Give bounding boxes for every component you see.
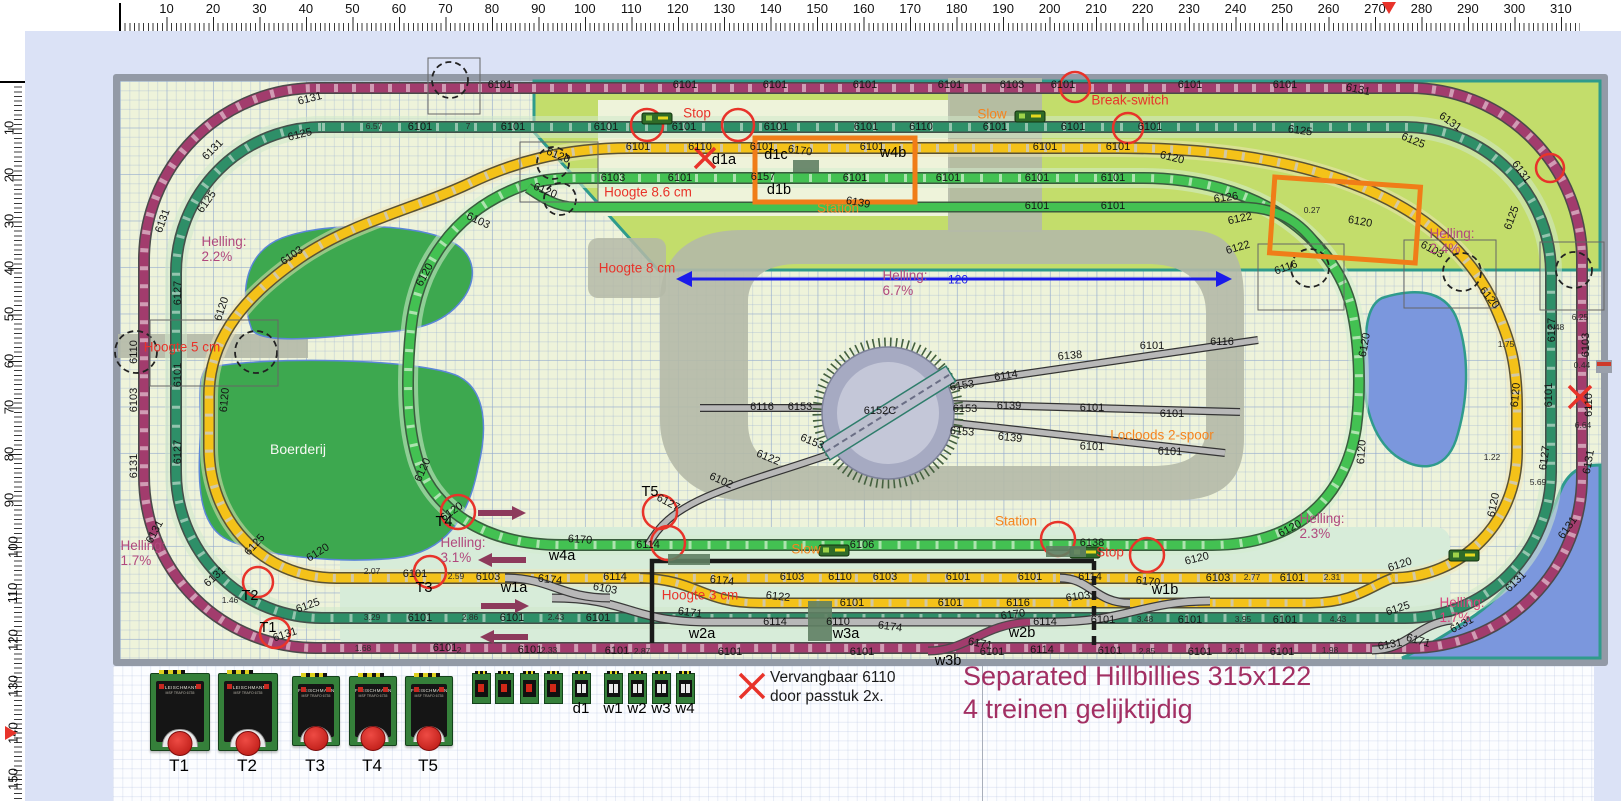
switch-buttons[interactable] [523,680,536,697]
vruler-number: 100 [5,536,20,558]
signal-box[interactable] [472,673,491,704]
hruler-number: 40 [299,1,313,16]
transformer-knob[interactable] [236,731,261,756]
vruler-marker[interactable] [5,726,17,740]
vruler-number: 30 [2,214,17,228]
hruler-number: 300 [1504,1,1526,16]
hruler-number: 280 [1411,1,1433,16]
hruler-number: 240 [1225,1,1247,16]
vertical-ruler[interactable]: 102030405060708090100110120130140150 [0,31,25,801]
switch-label: w3 [651,700,670,717]
transformer-T3[interactable]: FLEISCHMANNMSF TRAFO 6735 [292,676,340,746]
hruler-number: 200 [1039,1,1061,16]
hruler-number: 250 [1271,1,1293,16]
controls-layer: FLEISCHMANNMSF TRAFO 6735T1FLEISCHMANNMS… [0,0,1621,801]
transformer-label: T1 [169,756,189,776]
transformer-label: T5 [418,756,438,776]
transformer-knob[interactable] [304,726,329,751]
switch-label: w1 [603,700,622,717]
hruler-number: 60 [392,1,406,16]
transformer-knob[interactable] [361,726,386,751]
signal-box[interactable] [544,673,563,704]
vruler-number: 120 [5,629,20,651]
hruler-number: 30 [252,1,266,16]
hruler-number: 180 [946,1,968,16]
vruler-number: 40 [2,261,17,275]
hruler-number: 150 [806,1,828,16]
vruler-number: 130 [5,675,20,697]
switch-buttons[interactable] [607,680,620,697]
transformer-label: T3 [305,756,325,776]
signal-box[interactable] [495,673,514,704]
transformer-T2[interactable]: FLEISCHMANNMSF TRAFO 6735 [218,673,278,751]
switch-label: w2 [627,700,646,717]
transformer-brand: FLEISCHMANN [156,685,204,690]
hruler-number: 260 [1318,1,1340,16]
switch-buttons[interactable] [655,680,668,697]
vruler-number: 60 [2,354,17,368]
transformer-model: MSF TRAFO 6735 [411,694,447,698]
vruler-number: 80 [2,447,17,461]
hruler-major-ticks [120,17,1580,31]
switch-buttons[interactable] [475,680,488,697]
switch-buttons[interactable] [631,680,644,697]
signal-box[interactable] [520,673,539,704]
hruler-number: 170 [899,1,921,16]
switch-buttons[interactable] [575,680,588,697]
transformer-label: T2 [237,756,257,776]
vruler-number: 50 [2,307,17,321]
hruler-number: 230 [1178,1,1200,16]
hruler-number: 20 [206,1,220,16]
hruler-number: 80 [485,1,499,16]
hruler-number: 50 [345,1,359,16]
transformer-T1[interactable]: FLEISCHMANNMSF TRAFO 6735 [150,673,210,751]
transformer-T4[interactable]: FLEISCHMANNMSF TRAFO 6735 [349,676,397,746]
hruler-number: 70 [438,1,452,16]
hruler-number: 160 [853,1,875,16]
switch-label: w4 [675,700,694,717]
hruler-number: 140 [760,1,782,16]
switch-buttons[interactable] [498,680,511,697]
hruler-number: 290 [1457,1,1479,16]
transformer-knob[interactable] [417,726,442,751]
hruler-number: 190 [992,1,1014,16]
transformer-T5[interactable]: FLEISCHMANNMSF TRAFO 6735 [405,676,453,746]
hruler-number: 120 [667,1,689,16]
transformer-brand: FLEISCHMANN [411,688,447,693]
transformer-label: T4 [362,756,382,776]
vruler-number: 20 [2,168,17,182]
hruler-number: 110 [621,1,642,16]
hruler-number: 220 [1132,1,1154,16]
vruler-number: 110 [5,583,20,604]
vruler-number: 90 [2,493,17,507]
switch-buttons[interactable] [679,680,692,697]
vruler-number: 10 [2,121,17,135]
hruler-number: 90 [531,1,545,16]
transformer-brand: FLEISCHMANN [298,688,334,693]
hruler-origin-tick [119,3,121,31]
transformer-model: MSF TRAFO 6735 [156,691,204,695]
hruler-number: 130 [713,1,735,16]
transformer-model: MSF TRAFO 6735 [298,694,334,698]
hruler-number: 100 [574,1,596,16]
transformer-knob[interactable] [168,731,193,756]
transformer-model: MSF TRAFO 6735 [355,694,391,698]
transformer-brand: FLEISCHMANN [355,688,391,693]
vruler-number: 70 [2,400,17,414]
hruler-number: 210 [1085,1,1107,16]
hruler-marker[interactable] [1382,2,1396,14]
horizontal-ruler[interactable]: 10 20 30 40 50 60 70 80 90 100 110 120 130 140 150 160 1… [0,0,1621,31]
switch-buttons[interactable] [547,680,560,697]
hruler-number: 10 [159,1,173,16]
transformer-brand: FLEISCHMANN [224,685,272,690]
hruler-number: 310 [1550,1,1572,16]
vruler-number: 150 [5,768,20,790]
vruler-origin-tick [0,81,25,83]
switch-label: d1 [573,700,590,717]
transformer-model: MSF TRAFO 6735 [224,691,272,695]
